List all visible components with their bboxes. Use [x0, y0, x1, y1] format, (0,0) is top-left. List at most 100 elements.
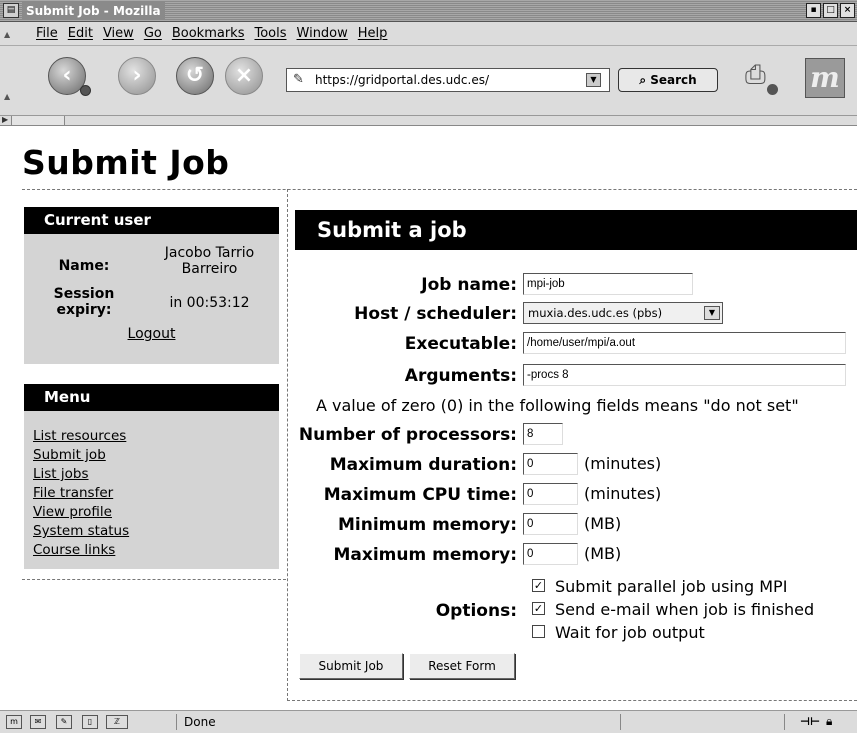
forward-arrow-icon[interactable]: › [118, 57, 156, 95]
status-separator [176, 714, 177, 730]
back-history-dropdown-icon[interactable] [80, 85, 91, 96]
bottom-divider [287, 700, 857, 701]
tab-strip: ▶ [0, 115, 857, 126]
page-icon: ✎ [293, 72, 304, 87]
menu-file[interactable]: File [36, 26, 58, 41]
host-scheduler-value: muxia.des.udc.es (pbs) [528, 306, 663, 320]
max-duration-input[interactable] [523, 453, 578, 475]
logout-link[interactable]: Logout [24, 326, 279, 342]
connection-icon: ⊣⊢ [800, 715, 821, 728]
menu-help[interactable]: Help [358, 26, 388, 41]
url-text[interactable]: https://gridportal.des.udc.es/ [315, 73, 489, 87]
menu-link-list-jobs[interactable]: List jobs [33, 465, 279, 484]
tab-active[interactable] [11, 116, 65, 126]
maximize-icon[interactable]: □ [823, 3, 838, 18]
url-dropdown-icon[interactable]: ▼ [586, 73, 601, 87]
option-mpi[interactable]: ✓ Submit parallel job using MPI [532, 577, 787, 596]
menu-view[interactable]: View [103, 26, 134, 41]
minimize-icon[interactable]: ▪ [806, 3, 821, 18]
processors-input[interactable] [523, 423, 563, 445]
session-label-line2: expiry: [56, 302, 112, 318]
menu-link-course-links[interactable]: Course links [33, 541, 279, 560]
mozilla-icon[interactable]: m [6, 715, 22, 729]
arguments-label: Arguments: [404, 366, 517, 386]
menu-go[interactable]: Go [144, 26, 162, 41]
max-cpu-unit: (minutes) [584, 484, 662, 503]
executable-input[interactable] [523, 332, 846, 354]
chevron-down-icon[interactable]: ▼ [704, 306, 720, 320]
min-memory-label: Minimum memory: [337, 515, 517, 535]
session-expiry-value: in 00:53:12 [169, 295, 250, 311]
print-icon[interactable]: ⎙ [745, 60, 778, 95]
sidebar-divider [22, 579, 286, 580]
name-value-line1: Jacobo Tarrio [164, 245, 255, 261]
column-divider [287, 189, 288, 701]
status-separator [620, 714, 621, 730]
menu-link-system-status[interactable]: System status [33, 522, 279, 541]
menu-tools[interactable]: Tools [254, 26, 286, 41]
min-memory-input[interactable] [523, 513, 578, 535]
mozilla-logo[interactable]: m [805, 58, 845, 98]
current-user-header: Current user [24, 207, 279, 234]
menu-header: Menu [24, 384, 279, 411]
option-email-label: Send e-mail when job is finished [555, 600, 815, 619]
job-name-input[interactable] [523, 273, 693, 295]
session-label-line1: Session [53, 286, 115, 302]
stop-icon[interactable]: × [225, 57, 263, 95]
menu-link-file-transfer[interactable]: File transfer [33, 484, 279, 503]
window-title: Submit Job - Mozilla [22, 2, 165, 20]
back-arrow-icon[interactable]: ‹ [48, 57, 91, 96]
window-titlebar: ▤ Submit Job - Mozilla ▪ □ × [0, 0, 857, 22]
host-scheduler-select[interactable]: muxia.des.udc.es (pbs) ▼ [523, 302, 723, 324]
menu-link-list-resources[interactable]: List resources [33, 427, 279, 446]
reload-icon[interactable]: ↺ [176, 57, 214, 95]
max-memory-input[interactable] [523, 543, 578, 565]
min-memory-unit: (MB) [584, 514, 622, 533]
mail-icon[interactable]: ✉ [30, 715, 46, 729]
toolbar-grip-icon[interactable]: ▲ [4, 92, 10, 101]
menu-panel: Menu List resources Submit job List jobs… [24, 384, 279, 569]
current-user-panel: Current user Name: Jacobo Tarrio Barreir… [24, 207, 279, 364]
app-icon[interactable]: ▤ [3, 3, 19, 18]
toolbar-grip-icon[interactable]: ▲ [4, 30, 10, 39]
status-text: Done [184, 715, 216, 729]
menu-bar: ▲ File Edit View Go Bookmarks Tools Wind… [0, 22, 857, 46]
irc-icon[interactable]: ℤ [106, 715, 128, 729]
composer-icon[interactable]: ✎ [56, 715, 72, 729]
max-cpu-label: Maximum CPU time: [323, 485, 517, 505]
addressbook-icon[interactable]: ▯ [82, 715, 98, 729]
print-dropdown-icon[interactable] [767, 84, 778, 95]
menu-edit[interactable]: Edit [68, 26, 93, 41]
status-separator [784, 714, 785, 730]
mpi-checkbox[interactable]: ✓ [532, 579, 545, 592]
max-memory-unit: (MB) [584, 544, 622, 563]
wait-output-checkbox[interactable] [532, 625, 545, 638]
options-label: Options: [435, 601, 517, 621]
submit-job-button[interactable]: Submit Job [299, 653, 403, 679]
page-content: Submit Job Current user Name: Jacobo Tar… [0, 127, 857, 710]
lock-icon[interactable]: 🔒︎ [826, 714, 832, 729]
status-bar: m ✉ ✎ ▯ ℤ Done ⊣⊢ 🔒︎ [0, 710, 857, 733]
search-icon: ⌕ [639, 73, 647, 87]
search-button[interactable]: ⌕ Search [618, 68, 718, 92]
menu-bookmarks[interactable]: Bookmarks [172, 26, 245, 41]
close-icon[interactable]: × [840, 3, 855, 18]
title-divider [22, 189, 857, 190]
menu-link-view-profile[interactable]: View profile [33, 503, 279, 522]
job-name-label: Job name: [421, 275, 517, 295]
arguments-input[interactable] [523, 364, 846, 386]
host-scheduler-label: Host / scheduler: [354, 304, 517, 324]
menu-link-submit-job[interactable]: Submit job [33, 446, 279, 465]
email-checkbox[interactable]: ✓ [532, 602, 545, 615]
zero-value-note: A value of zero (0) in the following fie… [316, 396, 799, 415]
option-wait-output[interactable]: Wait for job output [532, 623, 705, 642]
option-email[interactable]: ✓ Send e-mail when job is finished [532, 600, 814, 619]
reset-form-button[interactable]: Reset Form [409, 653, 515, 679]
url-bar[interactable]: ✎ https://gridportal.des.udc.es/ ▼ [286, 68, 610, 92]
max-memory-label: Maximum memory: [333, 545, 517, 565]
executable-label: Executable: [404, 334, 517, 354]
navigation-toolbar: ▲ ‹ › ↺ × ✎ https://gridportal.des.udc.e… [0, 46, 857, 116]
max-cpu-input[interactable] [523, 483, 578, 505]
tab-strip-expand-icon[interactable]: ▶ [2, 115, 8, 124]
menu-window[interactable]: Window [297, 26, 348, 41]
